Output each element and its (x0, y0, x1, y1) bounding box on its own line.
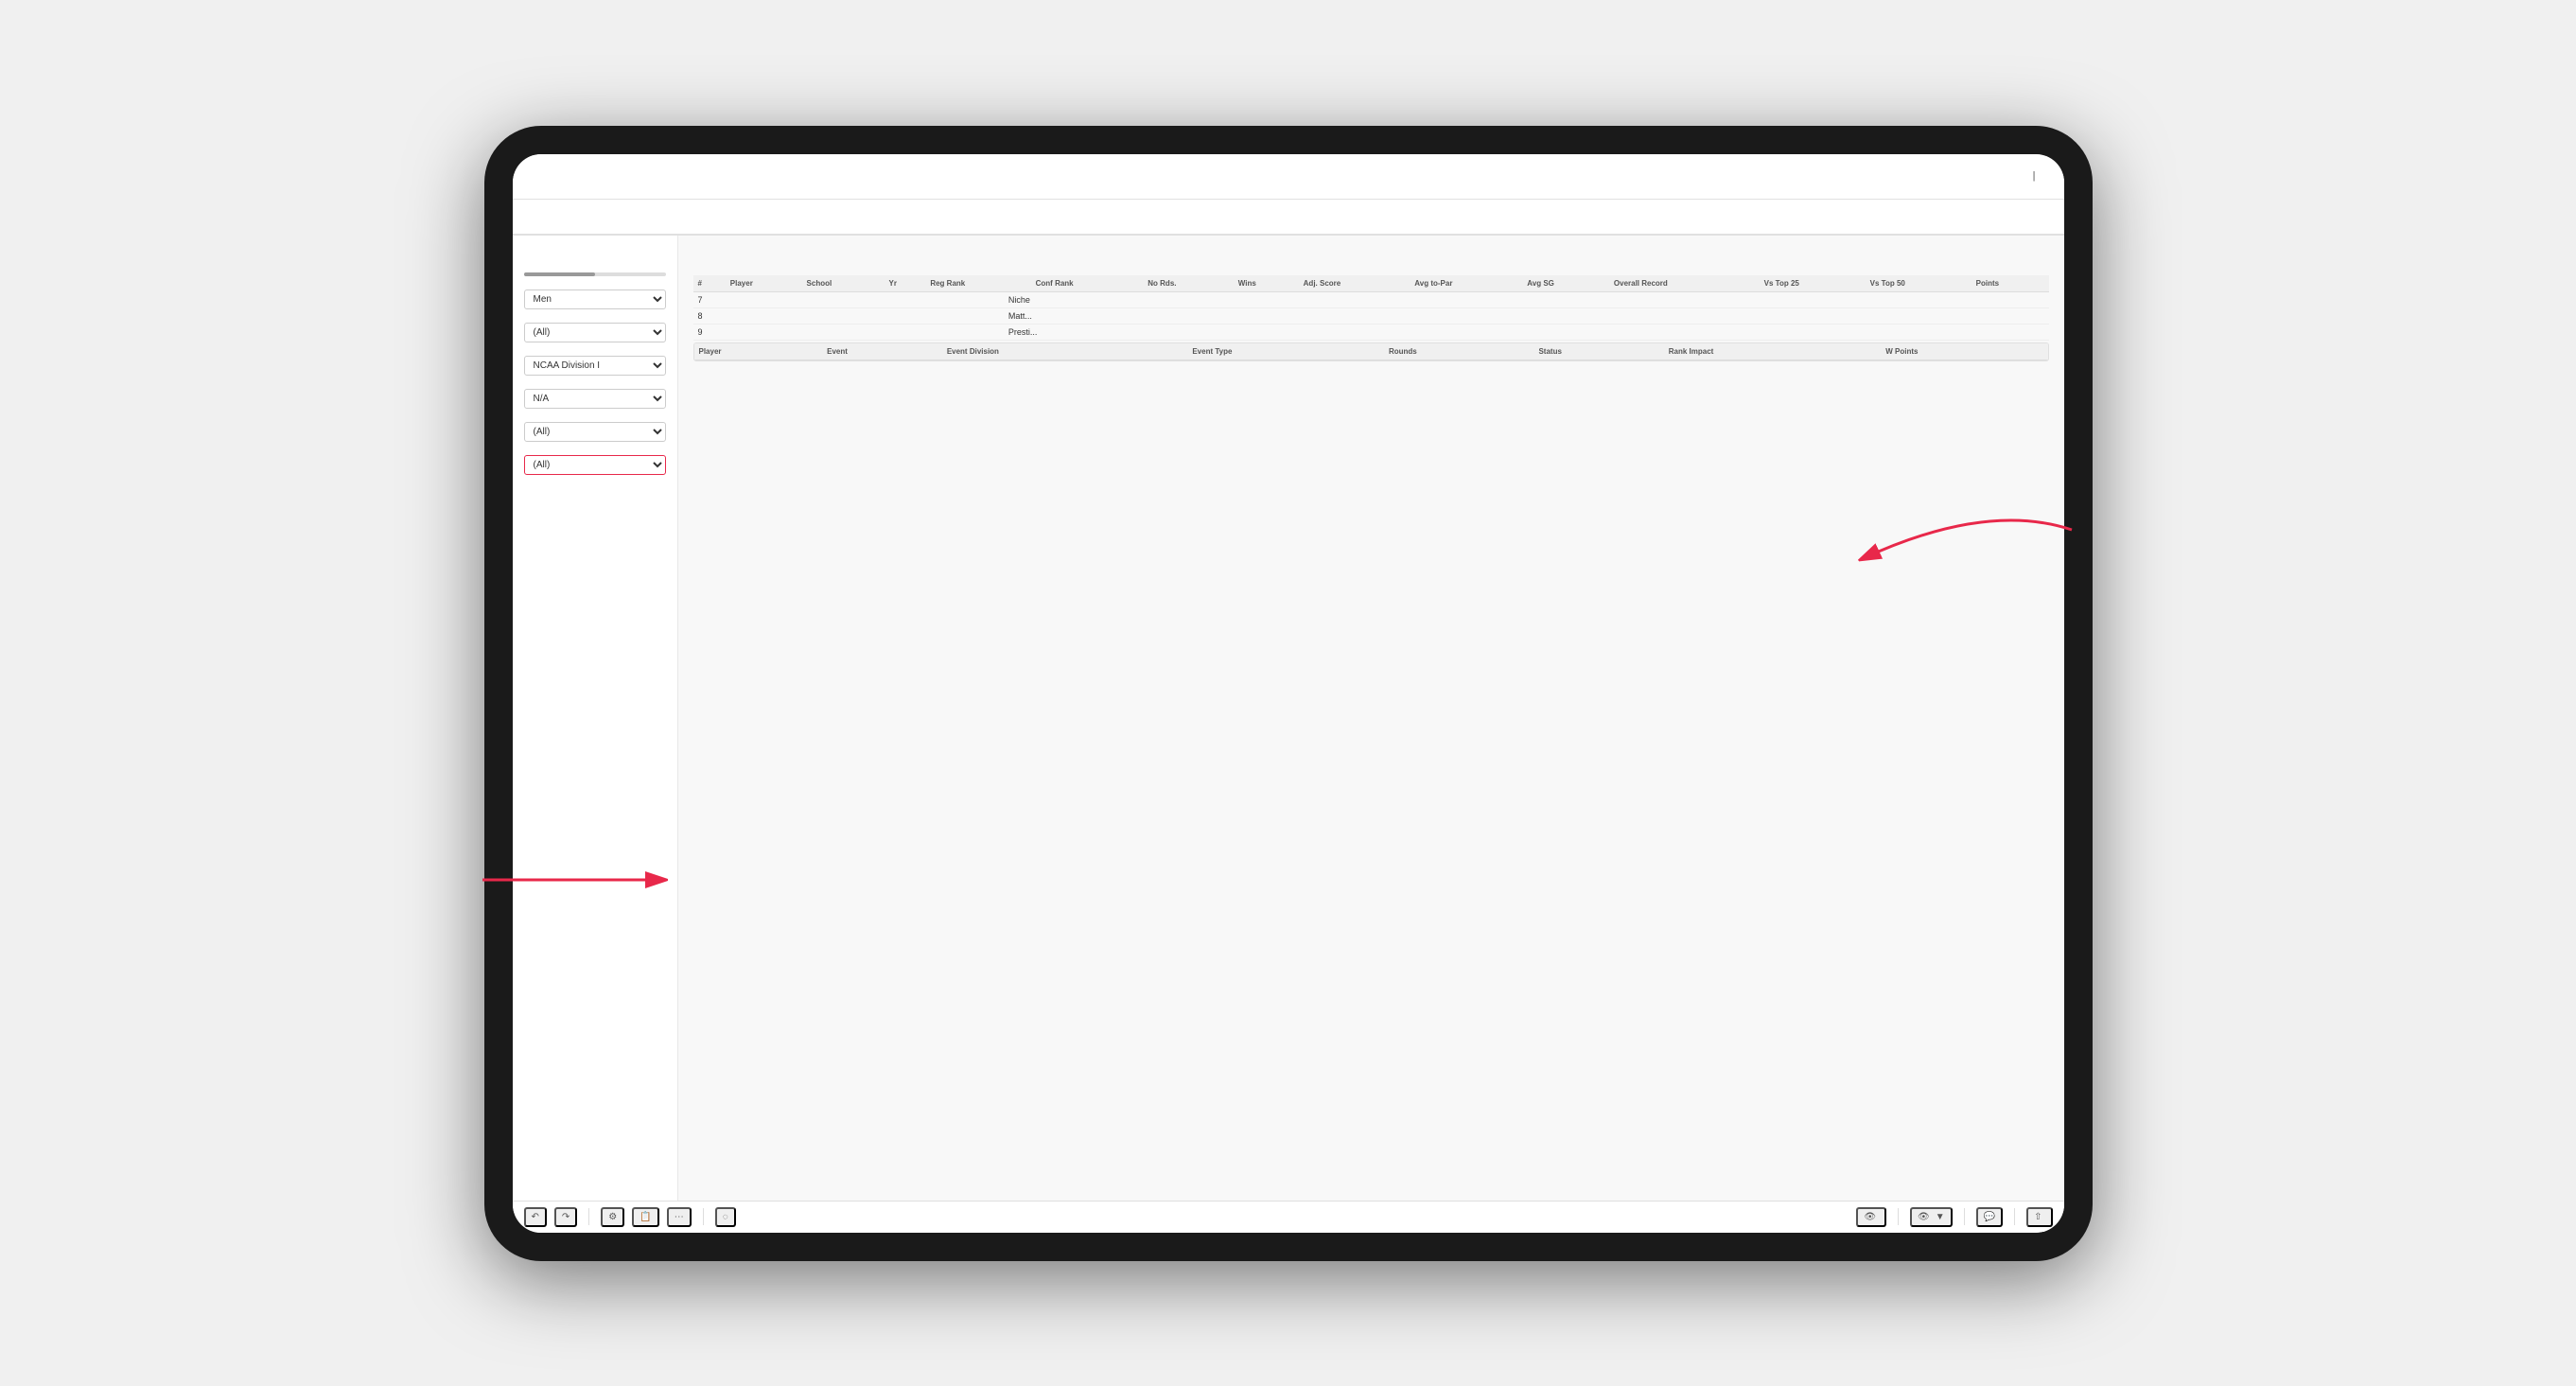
table-row: 9 Presti... (693, 324, 2049, 340)
col-num: # (693, 275, 726, 292)
table-header: # Player School Yr Reg Rank Conf Rank No… (693, 275, 2049, 292)
nav-separator: | (2033, 170, 2036, 182)
col-school: School (802, 275, 885, 292)
clock-btn[interactable]: ◌ (715, 1207, 736, 1227)
sidebar: Men (All) NCAA Division I (513, 236, 678, 1201)
view-icon: 👁 (1864, 1212, 1876, 1222)
col-conf-rank: Conf Rank (1031, 275, 1144, 292)
redo-btn[interactable]: ↷ (554, 1207, 577, 1227)
share-icon: ⇧ (2034, 1212, 2042, 1222)
col-vs25: Vs Top 25 (1760, 275, 1866, 292)
standings-table: # Player School Yr Reg Rank Conf Rank No… (693, 275, 2049, 292)
main-content: Men (All) NCAA Division I (513, 236, 2064, 1201)
partial-rows-table: 7 Niche 8 Matt... 9 Presti... (693, 292, 2049, 341)
sub-nav (513, 200, 2064, 236)
sidebar-division: NCAA Division I (524, 356, 666, 376)
bottom-toolbar: ↶ ↷ ⚙ 📋 ⋯ ◌ 👁 👁 ▼ 💬 (513, 1201, 2064, 1233)
tablet-screen: | (513, 154, 2064, 1233)
col-wins: Wins (1234, 275, 1299, 292)
col-vs50: Vs Top 50 (1866, 275, 1971, 292)
nav-bar: | (513, 154, 2064, 200)
more-btn[interactable]: ⋯ (667, 1207, 692, 1227)
settings-btn[interactable]: ⚙ (601, 1207, 624, 1227)
expanded-header-row: Player Event Event Division Event Type R… (694, 343, 2048, 360)
watch-btn[interactable]: 👁 ▼ (1910, 1207, 1953, 1227)
table-row: 7 Niche (693, 292, 2049, 308)
sidebar-region: N/A (524, 389, 666, 409)
sidebar-year: (All) (524, 323, 666, 342)
sidebar-conference: (All) (524, 422, 666, 442)
col-no-rds: No Rds. (1143, 275, 1233, 292)
view-original-btn[interactable]: 👁 (1856, 1207, 1886, 1227)
table-row: 8 Matt... (693, 307, 2049, 324)
year-select[interactable]: (All) (524, 323, 666, 342)
col-avg-sg: Avg SG (1522, 275, 1609, 292)
update-time-label (524, 251, 666, 259)
col-points: Points (1971, 275, 2049, 292)
copy-btn[interactable]: 📋 (632, 1207, 658, 1227)
col-overall: Overall Record (1609, 275, 1760, 292)
sidebar-gender: Men (524, 289, 666, 309)
col-yr: Yr (885, 275, 926, 292)
col-adj-score: Adj. Score (1299, 275, 1411, 292)
table-area: # Player School Yr Reg Rank Conf Rank No… (678, 236, 2064, 1201)
undo-btn[interactable]: ↶ (524, 1207, 547, 1227)
no-rds-slider[interactable] (524, 265, 666, 276)
region-select[interactable]: N/A (524, 389, 666, 409)
player-select[interactable]: (All) (524, 455, 666, 475)
sidebar-no-rds (524, 265, 666, 276)
nav-items (560, 172, 2033, 180)
comment-btn[interactable]: 💬 (1976, 1207, 2003, 1227)
toolbar-right: 👁 👁 ▼ 💬 ⇧ (1856, 1207, 2052, 1227)
expanded-table: Player Event Event Division Event Type R… (694, 343, 2048, 360)
col-reg-rank: Reg Rank (925, 275, 1030, 292)
nav-right: | (2033, 170, 2045, 182)
sidebar-player: (All) (524, 455, 666, 475)
watch-icon: 👁 (1918, 1212, 1930, 1222)
col-player: Player (726, 275, 802, 292)
col-to-par: Avg to-Par (1410, 275, 1522, 292)
tablet-device: | (484, 126, 2093, 1261)
share-btn[interactable]: ⇧ (2026, 1207, 2052, 1227)
conference-select[interactable]: (All) (524, 422, 666, 442)
gender-select[interactable]: Men (524, 289, 666, 309)
expanded-tooltip: Player Event Event Division Event Type R… (693, 342, 2049, 361)
division-select[interactable]: NCAA Division I (524, 356, 666, 376)
